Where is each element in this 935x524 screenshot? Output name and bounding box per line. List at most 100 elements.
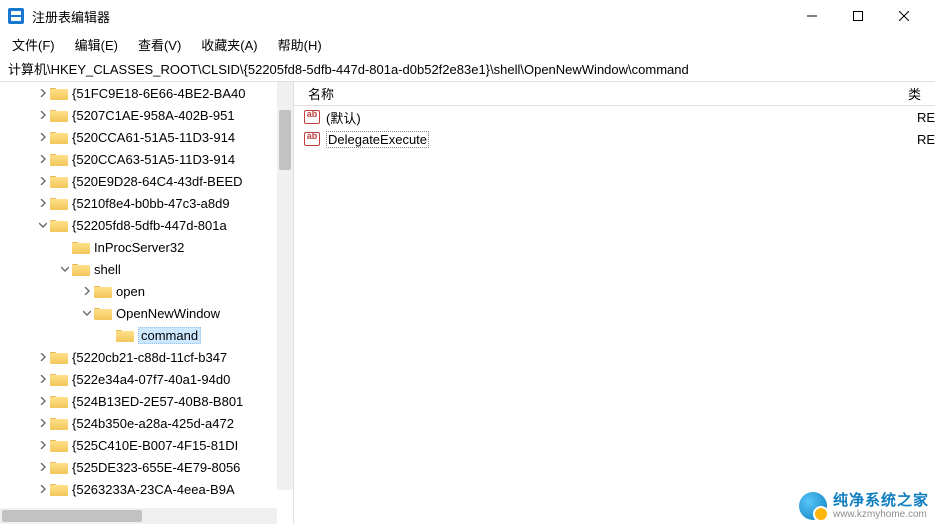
tree-item[interactable]: {5220cb21-c88d-11cf-b347 <box>0 346 293 368</box>
chevron-right-icon[interactable] <box>80 284 94 298</box>
tree-item[interactable]: shell <box>0 258 293 280</box>
app-icon <box>8 8 24 24</box>
tree-item-label: {524b350e-a28a-425d-a472 <box>72 416 234 431</box>
tree-item-label: {5263233A-23CA-4eea-B9A <box>72 482 235 497</box>
folder-icon <box>50 130 68 144</box>
value-row[interactable]: DelegateExecuteRE <box>294 128 935 150</box>
tree-item[interactable]: command <box>0 324 293 346</box>
folder-icon <box>50 196 68 210</box>
menubar: 文件(F) 编辑(E) 查看(V) 收藏夹(A) 帮助(H) <box>0 32 935 56</box>
chevron-right-icon[interactable] <box>36 394 50 408</box>
folder-icon <box>50 460 68 474</box>
maximize-button[interactable] <box>835 2 881 30</box>
chevron-right-icon[interactable] <box>36 130 50 144</box>
tree-item[interactable]: {524B13ED-2E57-40B8-B801 <box>0 390 293 412</box>
tree-item-label: {520E9D28-64C4-43df-BEED <box>72 174 243 189</box>
tree-item[interactable]: {520E9D28-64C4-43df-BEED <box>0 170 293 192</box>
chevron-right-icon[interactable] <box>36 196 50 210</box>
tree-horizontal-scrollbar[interactable] <box>0 508 277 524</box>
tree-item[interactable]: {525DE323-655E-4E79-8056 <box>0 456 293 478</box>
chevron-right-icon[interactable] <box>36 174 50 188</box>
tree-item-label: OpenNewWindow <box>116 306 220 321</box>
tree-item-label: {525C410E-B007-4F15-81DI <box>72 438 238 453</box>
tree-item[interactable]: open <box>0 280 293 302</box>
tree-item-label: open <box>116 284 145 299</box>
chevron-right-icon[interactable] <box>36 438 50 452</box>
tree-item-label: shell <box>94 262 121 277</box>
tree-item-label: command <box>138 327 201 344</box>
registry-editor-window: 注册表编辑器 文件(F) 编辑(E) 查看(V) 收藏夹(A) 帮助(H) 计算… <box>0 0 935 524</box>
chevron-down-icon[interactable] <box>80 306 94 320</box>
tree-item-label: {51FC9E18-6E66-4BE2-BA40 <box>72 86 245 101</box>
tree-item-label: {524B13ED-2E57-40B8-B801 <box>72 394 243 409</box>
value-type-partial: RE <box>917 110 935 125</box>
tree-item[interactable]: OpenNewWindow <box>0 302 293 324</box>
list-header: 名称 类 <box>294 82 935 106</box>
tree-item[interactable]: {520CCA61-51A5-11D3-914 <box>0 126 293 148</box>
window-title: 注册表编辑器 <box>32 7 110 26</box>
column-type-partial[interactable]: 类 <box>894 84 935 103</box>
tree-item-label: {52205fd8-5dfb-447d-801a <box>72 218 227 233</box>
titlebar: 注册表编辑器 <box>0 0 935 32</box>
folder-icon <box>50 482 68 496</box>
maximize-icon <box>853 11 863 21</box>
folder-icon <box>50 152 68 166</box>
folder-icon <box>50 86 68 100</box>
minimize-icon <box>807 11 817 21</box>
close-icon <box>899 11 909 21</box>
string-value-icon <box>304 110 320 124</box>
chevron-down-icon[interactable] <box>58 262 72 276</box>
folder-icon <box>116 328 134 342</box>
tree-item-label: {520CCA63-51A5-11D3-914 <box>72 152 235 167</box>
value-list-pane: 名称 类 (默认) RE DelegateExecuteRE <box>294 82 935 524</box>
body: {51FC9E18-6E66-4BE2-BA40 {5207C1AE-958A-4… <box>0 82 935 524</box>
menu-file[interactable]: 文件(F) <box>8 33 59 56</box>
chevron-down-icon[interactable] <box>36 218 50 232</box>
folder-icon <box>72 240 90 254</box>
tree-item[interactable]: {52205fd8-5dfb-447d-801a <box>0 214 293 236</box>
tree-item[interactable]: {520CCA63-51A5-11D3-914 <box>0 148 293 170</box>
column-name[interactable]: 名称 <box>294 84 894 103</box>
chevron-right-icon[interactable] <box>36 86 50 100</box>
tree-scroll[interactable]: {51FC9E18-6E66-4BE2-BA40 {5207C1AE-958A-4… <box>0 82 293 508</box>
tree-item-label: InProcServer32 <box>94 240 184 255</box>
scrollbar-thumb[interactable] <box>279 110 291 170</box>
tree-item[interactable]: InProcServer32 <box>0 236 293 258</box>
tree-item[interactable]: {5210f8e4-b0bb-47c3-a8d9 <box>0 192 293 214</box>
chevron-right-icon[interactable] <box>36 416 50 430</box>
list-body: (默认) RE DelegateExecuteRE <box>294 106 935 524</box>
tree-vertical-scrollbar[interactable] <box>277 82 293 490</box>
tree-item[interactable]: {522e34a4-07f7-40a1-94d0 <box>0 368 293 390</box>
chevron-right-icon[interactable] <box>36 108 50 122</box>
value-row[interactable]: (默认) RE <box>294 106 935 128</box>
tree-item-label: {5210f8e4-b0bb-47c3-a8d9 <box>72 196 230 211</box>
tree-item-label: {520CCA61-51A5-11D3-914 <box>72 130 235 145</box>
tree-item-label: {522e34a4-07f7-40a1-94d0 <box>72 372 230 387</box>
menu-edit[interactable]: 编辑(E) <box>71 33 122 56</box>
minimize-button[interactable] <box>789 2 835 30</box>
tree-item[interactable]: {5263233A-23CA-4eea-B9A <box>0 478 293 500</box>
close-button[interactable] <box>881 2 927 30</box>
chevron-right-icon[interactable] <box>36 460 50 474</box>
tree-item-label: {525DE323-655E-4E79-8056 <box>72 460 240 475</box>
tree-item[interactable]: {51FC9E18-6E66-4BE2-BA40 <box>0 82 293 104</box>
scrollbar-thumb[interactable] <box>2 510 142 522</box>
tree-item[interactable]: {524b350e-a28a-425d-a472 <box>0 412 293 434</box>
menu-help[interactable]: 帮助(H) <box>274 33 326 56</box>
tree-pane: {51FC9E18-6E66-4BE2-BA40 {5207C1AE-958A-4… <box>0 82 294 524</box>
tree-item[interactable]: {5207C1AE-958A-402B-951 <box>0 104 293 126</box>
folder-icon <box>50 394 68 408</box>
folder-icon <box>50 438 68 452</box>
folder-icon <box>50 350 68 364</box>
menu-favorites[interactable]: 收藏夹(A) <box>197 33 261 56</box>
chevron-right-icon[interactable] <box>36 372 50 386</box>
chevron-right-icon[interactable] <box>36 152 50 166</box>
folder-icon <box>50 372 68 386</box>
chevron-right-icon[interactable] <box>36 482 50 496</box>
address-path: 计算机\HKEY_CLASSES_ROOT\CLSID\{52205fd8-5d… <box>8 59 689 78</box>
address-bar[interactable]: 计算机\HKEY_CLASSES_ROOT\CLSID\{52205fd8-5d… <box>0 56 935 82</box>
tree-item[interactable]: {525C410E-B007-4F15-81DI <box>0 434 293 456</box>
value-name: (默认) <box>326 108 361 127</box>
chevron-right-icon[interactable] <box>36 350 50 364</box>
menu-view[interactable]: 查看(V) <box>134 33 185 56</box>
